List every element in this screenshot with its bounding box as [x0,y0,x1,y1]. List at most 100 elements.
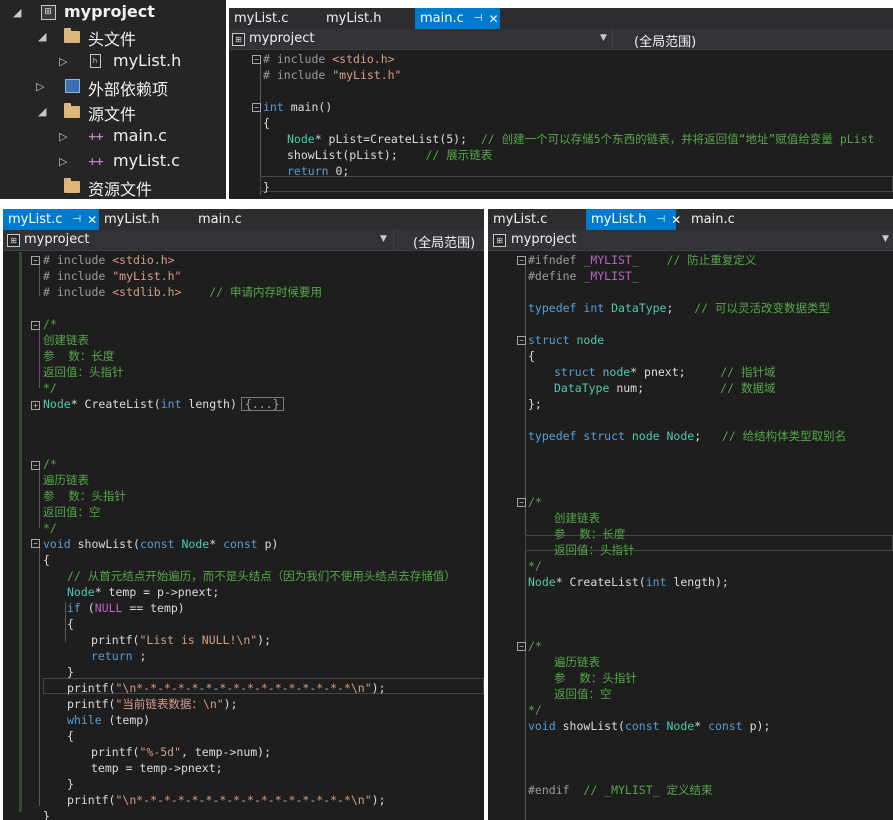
tab-mylist-h[interactable]: myList.h [99,209,189,230]
code-line: #define _MYLIST_ [528,268,639,284]
tree-item-header-file[interactable]: ▷ h myList.h [0,49,226,74]
code-token: { [67,617,74,631]
code-comment: 参 数：长度 [43,349,115,363]
code-token: { [67,729,74,743]
code-token: { [263,116,270,130]
code-token: Node [659,719,695,733]
code-comment: */ [528,703,542,717]
code-line: } [263,179,270,195]
code-comment: 遍历链表 [554,655,600,669]
project-icon: ⊞ [7,234,20,247]
code-comment: // 展示链表 [425,148,493,162]
code-line: while (temp) [67,712,150,728]
fold-toggle-icon[interactable]: − [517,256,526,265]
code-token: { [528,349,535,363]
code-line: } [67,664,74,680]
collapse-arrow-icon[interactable]: ▷ [59,55,71,68]
collapse-arrow-icon[interactable]: ▷ [59,155,71,168]
tree-item-headers-folder[interactable]: ◢ 头文件 [0,24,226,49]
tree-item-main-c[interactable]: ▷ ++ main.c [0,124,226,149]
tab-mylist-c[interactable]: myList.c [488,209,584,230]
code-token: "myList.h" [332,68,402,82]
code-line: #endif // _MYLIST_ 定义结束 [528,782,712,798]
code-comment: 创建链表 [554,511,600,525]
nav-project-dropdown[interactable]: myproject [24,232,89,247]
code-token: * [694,719,709,733]
code-comment: // 申请内存时候要用 [181,285,322,299]
fold-toggle-icon[interactable]: − [31,256,40,265]
tab-label: myList.c [234,11,289,26]
code-token: DataType [604,301,667,315]
code-token: length); [666,575,729,589]
code-token: "\n*-*-*-*-*-*-*-*-*-*-*-*-*-*-*-*\n" [115,681,372,695]
navigation-bar: ⊞ myproject ▼ (全局范围) [229,29,893,50]
chevron-down-icon[interactable]: ▼ [600,33,607,43]
close-icon[interactable]: ✕ [671,213,681,227]
tab-main-c[interactable]: main.c ⊣ ✕ [415,8,500,29]
code-area[interactable]: − − + − − # include <stdio.h> # include … [3,252,484,820]
code-token: * pList=CreateList(5); [314,132,481,146]
code-line: 参 数：长度 [43,348,114,364]
code-token: # include [263,52,333,66]
fold-toggle-icon[interactable]: + [31,401,40,410]
nav-project-dropdown[interactable]: myproject [511,232,576,247]
code-area[interactable]: − − # include <stdio.h> # include "myLis… [229,51,893,199]
nav-scope-dropdown[interactable]: (全局范围) [413,232,475,251]
fold-toggle-icon[interactable]: − [517,642,526,651]
expand-arrow-icon[interactable]: ◢ [38,30,50,43]
pin-icon[interactable]: ⊣ [72,214,81,225]
collapsed-region[interactable]: {...} [240,397,284,411]
code-token: "当前链表数据：\n" [115,697,224,711]
dependencies-icon [63,78,81,94]
expand-arrow-icon[interactable]: ◢ [13,6,25,19]
expand-arrow-icon[interactable]: ◢ [38,105,50,118]
tab-main-c[interactable]: main.c [193,209,263,230]
chevron-down-icon[interactable]: ▼ [380,234,387,244]
code-token: ( [80,601,95,615]
editor-mylist-h: myList.c myList.h ⊣ ✕ main.c ⊞ myproject ▼… [488,209,893,820]
tree-item-sources-folder[interactable]: ◢ 源文件 [0,99,226,124]
nav-scope-dropdown[interactable]: (全局范围) [634,31,696,50]
navigation-bar: ⊞ myproject ▼ (全局范围) [3,230,484,251]
fold-toggle-icon[interactable]: − [31,461,40,470]
code-comment: /* [528,639,542,653]
chevron-down-icon[interactable]: ▼ [882,234,889,244]
code-token: # include [43,253,113,267]
tab-mylist-h[interactable]: myList.h ⊣ ✕ [586,209,681,230]
code-comment: // 给结构体类型取别名 [721,429,847,443]
fold-gutter [39,544,40,806]
tree-item-external-deps[interactable]: ▷ 外部依赖项 [0,74,226,99]
code-token: Node [659,429,695,443]
collapse-arrow-icon[interactable]: ▷ [59,130,71,143]
code-token: # include [43,269,113,283]
tab-main-c[interactable]: main.c [686,209,756,230]
fold-toggle-icon[interactable]: − [517,498,526,507]
tab-mylist-c[interactable]: myList.c [229,8,321,29]
code-line: 参 数：长度 [554,526,625,542]
fold-toggle-icon[interactable]: − [252,103,261,112]
nav-project-dropdown[interactable]: myproject [249,31,314,46]
code-line: */ [528,558,542,574]
code-comment: // _MYLIST_ 定义结束 [583,783,713,797]
code-line: int main() [263,99,332,115]
code-token: return [91,649,133,663]
fold-toggle-icon[interactable]: − [31,321,40,330]
close-icon[interactable]: ✕ [488,12,498,26]
fold-toggle-icon[interactable]: − [31,539,40,548]
tree-item-mylist-c[interactable]: ▷ ++ myList.c [0,149,226,174]
close-icon[interactable]: ✕ [87,213,97,227]
pin-icon[interactable]: ⊣ [474,13,483,24]
code-line: # include <stdio.h> [263,51,395,67]
tree-item-resources-folder[interactable]: 资源文件 [0,174,226,199]
project-icon: ⊞ [39,4,57,20]
fold-toggle-icon[interactable]: − [252,55,261,64]
tree-item-project[interactable]: ◢ ⊞ myproject [0,0,226,25]
tab-mylist-h[interactable]: myList.h [321,8,413,29]
tab-mylist-c[interactable]: myList.c ⊣ ✕ [3,209,99,230]
code-token: int [160,397,182,411]
pin-icon[interactable]: ⊣ [656,214,665,225]
code-comment: // 指针域 [720,365,776,379]
collapse-arrow-icon[interactable]: ▷ [36,80,48,93]
code-area[interactable]: − − − − #ifndef _MYLIST_ // 防止重复定义 #defi… [488,252,893,820]
fold-toggle-icon[interactable]: − [517,336,526,345]
